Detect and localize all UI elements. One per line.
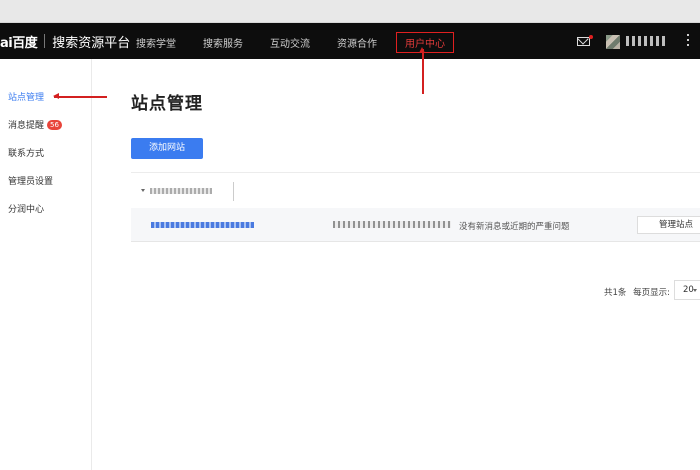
mail-icon[interactable] (577, 37, 590, 46)
username-redacted[interactable] (626, 36, 668, 46)
manage-site-button[interactable]: 管理站点 (637, 216, 700, 234)
sidebar-item-label: 消息提醒 (8, 121, 45, 131)
avatar[interactable] (606, 35, 620, 49)
sidebar-item-label: 站点管理 (8, 93, 45, 103)
browser-top-bar (0, 0, 700, 23)
pagination-total: 共1条 (604, 288, 627, 298)
site-url-redacted[interactable] (151, 222, 254, 228)
pagination-info: 共1条 每页显示: (604, 286, 670, 298)
sidebar-item-label: 联系方式 (8, 149, 45, 159)
sidebar-item-admin-settings[interactable]: 管理员设置 (8, 174, 53, 187)
per-page-label: 每页显示: (633, 288, 670, 298)
page-title: 站点管理 (131, 94, 203, 114)
site-filter-row (131, 172, 700, 208)
caret-down-icon[interactable] (141, 189, 145, 192)
add-site-button[interactable]: 添加网站 (131, 138, 203, 159)
sidebar: 站点管理 消息提醒 56 联系方式 管理员设置 分润中心 (0, 59, 92, 470)
unread-dot (589, 35, 593, 39)
filter-divider (233, 182, 234, 201)
annotation-arrow-left (53, 93, 107, 99)
nav-search-service[interactable]: 搜索服务 (203, 35, 243, 50)
platform-title[interactable]: 搜索资源平台 (52, 32, 130, 51)
nav-search-academy[interactable]: 搜索学堂 (136, 35, 176, 50)
message-count-badge: 56 (47, 120, 62, 130)
sidebar-item-contact[interactable]: 联系方式 (8, 146, 44, 159)
sidebar-item-messages[interactable]: 消息提醒 56 (8, 118, 62, 131)
nav-interaction[interactable]: 互动交流 (270, 35, 310, 50)
sidebar-item-revenue-center[interactable]: 分润中心 (8, 202, 44, 215)
sidebar-item-site-management[interactable]: 站点管理 (8, 90, 44, 103)
sidebar-item-label: 分润中心 (8, 205, 45, 215)
baidu-logo[interactable]: ai百度 (0, 32, 38, 51)
annotation-arrow-up (419, 47, 425, 94)
top-navbar: ai百度 搜索资源平台 搜索学堂 搜索服务 互动交流 资源合作 用户中心 (0, 23, 700, 59)
site-filter-redacted[interactable] (150, 188, 212, 194)
more-vertical-icon[interactable] (687, 34, 689, 48)
site-meta-redacted (333, 221, 451, 228)
brand[interactable]: ai百度 搜索资源平台 (0, 32, 130, 51)
nav-resource-cooperation[interactable]: 资源合作 (337, 35, 377, 50)
chevron-down-icon (693, 289, 697, 292)
nav-user-center[interactable]: 用户中心 (396, 32, 454, 53)
table-row: 没有新消息或近期的严重问题 管理站点 (131, 208, 700, 242)
site-status-text: 没有新消息或近期的严重问题 (459, 222, 570, 232)
logo-divider (44, 34, 46, 48)
sidebar-item-label: 管理员设置 (8, 177, 54, 187)
